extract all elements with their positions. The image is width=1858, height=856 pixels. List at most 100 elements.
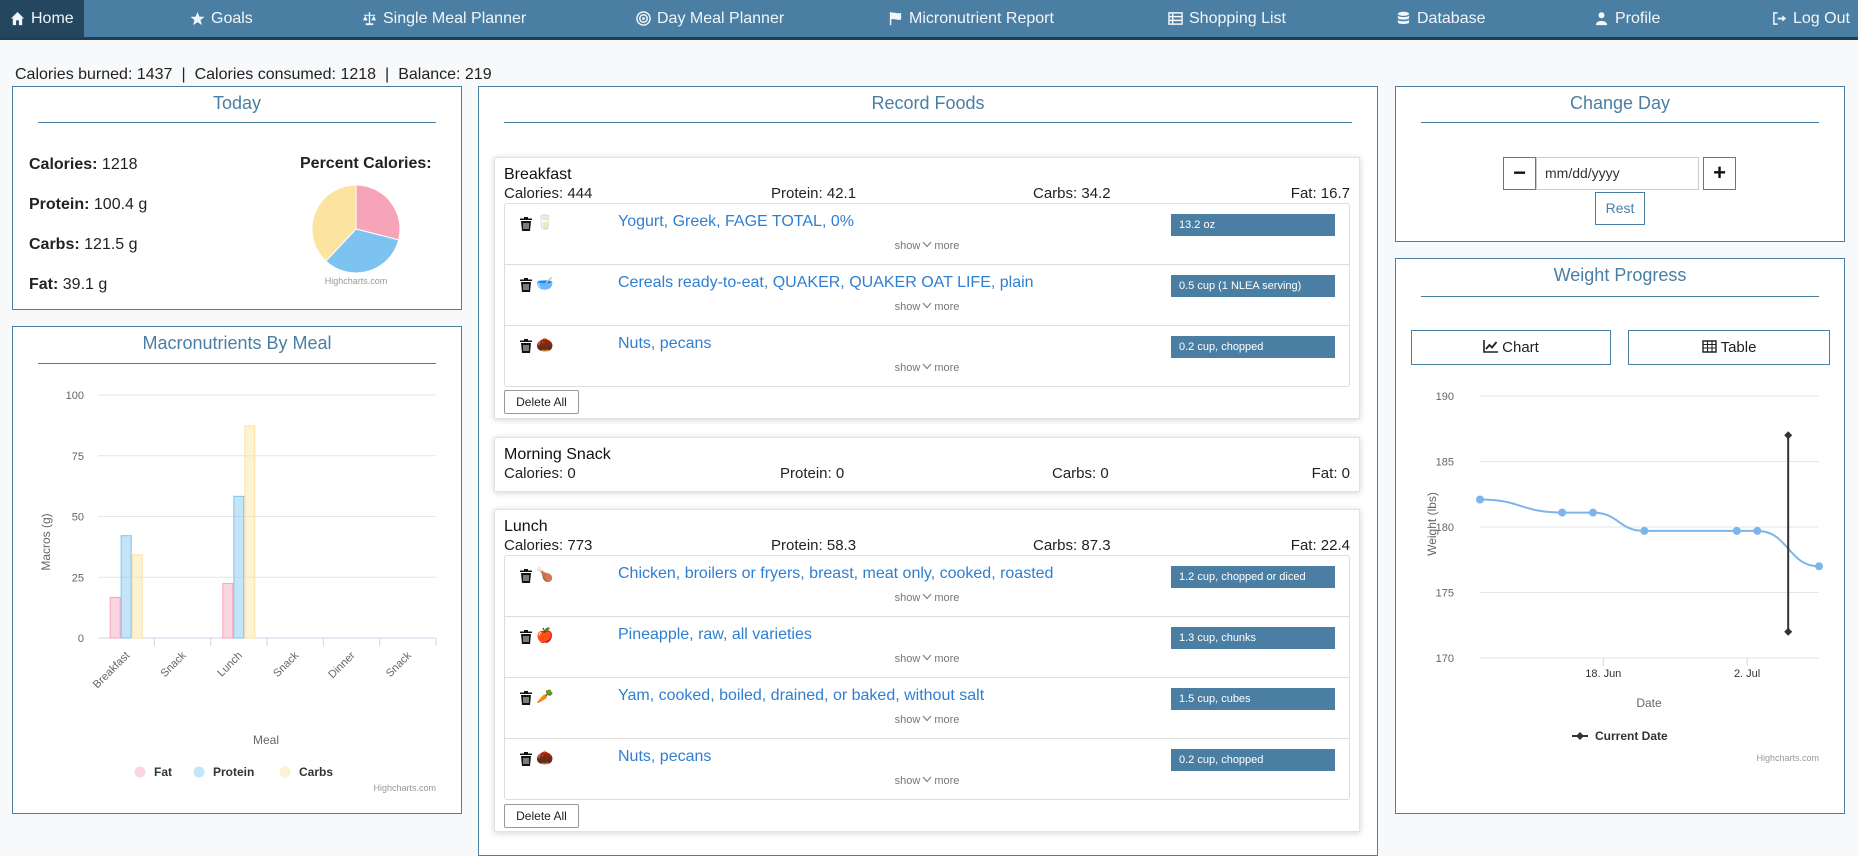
meal-macros: Calories: 773 Protein: 58.3 Carbs: 87.3 … bbox=[504, 537, 1350, 555]
weight-point[interactable] bbox=[1558, 508, 1567, 517]
meal-calories: Calories: 444 bbox=[504, 185, 593, 202]
chart-tab-button[interactable]: Chart bbox=[1411, 330, 1611, 365]
nav-home[interactable]: Home bbox=[0, 0, 84, 37]
line-legend[interactable]: Current Date bbox=[1572, 729, 1668, 743]
trash-icon[interactable] bbox=[520, 278, 532, 292]
weight-point[interactable] bbox=[1753, 526, 1762, 535]
calorie-summary: Calories burned: 1437 | Calories consumed:… bbox=[15, 66, 492, 84]
food-name-link[interactable]: Cereals ready-to-eat, QUAKER, QUAKER OAT… bbox=[618, 274, 1034, 292]
previous-day-button[interactable]: − bbox=[1503, 157, 1536, 190]
bar-fat[interactable] bbox=[109, 596, 121, 639]
bar-y-tick-label: 50 bbox=[72, 512, 84, 524]
show-more-toggle[interactable]: show more bbox=[505, 592, 1349, 604]
show-more-toggle[interactable]: show more bbox=[505, 714, 1349, 726]
nav-shopping-list[interactable]: Shopping List bbox=[1158, 0, 1296, 37]
weight-point[interactable] bbox=[1732, 526, 1741, 535]
food-name-link[interactable]: Yam, cooked, boiled, drained, or baked, … bbox=[618, 687, 984, 705]
chevron-down-icon bbox=[922, 241, 932, 248]
today-panel: Today Calories: 1218 Protein: 100.4 g Ca… bbox=[12, 86, 462, 310]
chevron-down-icon bbox=[922, 363, 932, 370]
weight-progress-title: Weight Progress bbox=[1553, 265, 1687, 285]
meal-carbs: Carbs: 87.3 bbox=[1033, 537, 1111, 554]
trash-icon[interactable] bbox=[520, 339, 532, 353]
nav-single-meal-planner[interactable]: Single Meal Planner bbox=[352, 0, 536, 37]
bar-carbs[interactable] bbox=[131, 554, 143, 639]
food-name-link[interactable]: Chicken, broilers or fryers, breast, mea… bbox=[618, 565, 1053, 583]
today-carbs: Carbs: 121.5 g bbox=[29, 236, 138, 254]
star-icon bbox=[190, 11, 205, 26]
nav-micronutrient-report-label: Micronutrient Report bbox=[909, 10, 1054, 27]
trash-icon[interactable] bbox=[520, 752, 532, 766]
food-name-link[interactable]: Pineapple, raw, all varieties bbox=[618, 626, 812, 644]
delete-all-button[interactable]: Delete All bbox=[504, 804, 579, 828]
serving-size[interactable]: 0.5 cup (1 NLEA serving) bbox=[1171, 275, 1335, 297]
show-more-toggle[interactable]: show more bbox=[505, 362, 1349, 374]
food-list: 🍗 Chicken, broilers or fryers, breast, m… bbox=[504, 555, 1350, 800]
next-day-button[interactable]: + bbox=[1703, 157, 1736, 190]
serving-size[interactable]: 13.2 oz bbox=[1171, 214, 1335, 236]
nav-profile[interactable]: Profile bbox=[1584, 0, 1670, 37]
serving-size[interactable]: 0.2 cup, chopped bbox=[1171, 749, 1335, 771]
show-more-toggle[interactable]: show more bbox=[505, 301, 1349, 313]
nav-logout-label: Log Out bbox=[1793, 10, 1850, 27]
bar-carbs[interactable] bbox=[244, 425, 256, 639]
flag-icon bbox=[889, 11, 902, 26]
percent-calories-pie: Highcharts.com bbox=[311, 184, 401, 286]
nav-day-meal-planner[interactable]: Day Meal Planner bbox=[626, 0, 794, 37]
meal-macros: Calories: 444 Protein: 42.1 Carbs: 34.2 … bbox=[504, 185, 1350, 203]
database-icon bbox=[1397, 11, 1410, 25]
divider bbox=[504, 122, 1352, 123]
show-more-toggle[interactable]: show more bbox=[505, 775, 1349, 787]
trash-icon[interactable] bbox=[520, 217, 532, 231]
legend-label[interactable]: Fat bbox=[154, 765, 172, 779]
logout-icon bbox=[1773, 12, 1787, 25]
macros-by-meal-panel: Macronutrients By Meal 0 25 50 75 100 Breakf… bbox=[12, 326, 462, 814]
nav-logout[interactable]: Log Out bbox=[1762, 0, 1858, 37]
delete-all-button[interactable]: Delete All bbox=[504, 390, 579, 414]
food-name-link[interactable]: Nuts, pecans bbox=[618, 335, 711, 353]
food-list: 🥛 Yogurt, Greek, FAGE TOTAL, 0% 13.2 oz … bbox=[504, 203, 1350, 387]
date-input[interactable]: mm/dd/yyyy bbox=[1536, 157, 1699, 190]
food-name-link[interactable]: Nuts, pecans bbox=[618, 748, 711, 766]
weight-point[interactable] bbox=[1476, 495, 1484, 504]
bar-x-tick-label: Snack bbox=[159, 649, 189, 679]
legend-label[interactable]: Protein bbox=[213, 765, 254, 779]
show-more-toggle[interactable]: show more bbox=[505, 240, 1349, 252]
bar-marks bbox=[109, 425, 256, 639]
rest-button[interactable]: Rest bbox=[1595, 192, 1645, 225]
legend-label[interactable]: Current Date bbox=[1595, 729, 1668, 743]
food-name-link[interactable]: Yogurt, Greek, FAGE TOTAL, 0% bbox=[618, 213, 854, 231]
serving-size[interactable]: 1.5 cup, cubes bbox=[1171, 688, 1335, 710]
more-label: more bbox=[934, 362, 960, 374]
nav-micronutrient-report[interactable]: Micronutrient Report bbox=[878, 0, 1064, 37]
show-more-toggle[interactable]: show more bbox=[505, 653, 1349, 665]
nav-database[interactable]: Database bbox=[1386, 0, 1496, 37]
serving-size[interactable]: 1.3 cup, chunks bbox=[1171, 627, 1335, 649]
calories-consumed: Calories consumed: 1218 bbox=[194, 66, 377, 83]
serving-size[interactable]: 0.2 cup, chopped bbox=[1171, 336, 1335, 358]
bar-protein[interactable] bbox=[120, 535, 132, 639]
meal-protein: Protein: 42.1 bbox=[771, 185, 857, 202]
more-label: more bbox=[934, 714, 960, 726]
table-tab-button[interactable]: Table bbox=[1628, 330, 1830, 365]
meal-fat: Fat: 0 bbox=[1311, 465, 1350, 482]
trash-icon[interactable] bbox=[520, 691, 532, 705]
weight-point[interactable] bbox=[1815, 562, 1823, 571]
food-icon: 🥛 bbox=[536, 214, 554, 230]
bar-legend[interactable]: Fat Protein Carbs bbox=[134, 765, 334, 779]
bar-y-tick-label: 25 bbox=[72, 572, 84, 584]
trash-icon[interactable] bbox=[520, 630, 532, 644]
food-icon: 🥣 bbox=[536, 275, 554, 291]
meal-carbs: Carbs: 0 bbox=[1052, 465, 1109, 482]
legend-marker bbox=[279, 766, 291, 778]
weight-point[interactable] bbox=[1640, 526, 1649, 535]
nav-goals[interactable]: Goals bbox=[180, 0, 263, 37]
bar-fat[interactable] bbox=[222, 583, 234, 639]
line-y-tick-label: 190 bbox=[1436, 391, 1454, 403]
line-credits: Highcharts.com bbox=[1756, 753, 1819, 763]
bar-protein[interactable] bbox=[233, 495, 245, 639]
serving-size[interactable]: 1.2 cup, chopped or diced bbox=[1171, 566, 1335, 588]
trash-icon[interactable] bbox=[520, 569, 532, 583]
legend-label[interactable]: Carbs bbox=[299, 765, 333, 779]
weight-point[interactable] bbox=[1589, 508, 1597, 517]
